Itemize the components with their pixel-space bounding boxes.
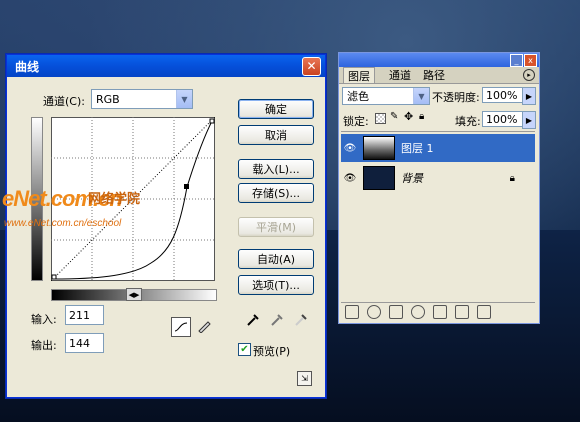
opacity-value: 100% — [486, 88, 518, 102]
preview-label: 预览(P) — [253, 345, 291, 358]
smooth-button[interactable]: 平滑(M) — [238, 217, 314, 237]
opacity-label: 不透明度: — [432, 91, 480, 104]
opacity-field[interactable]: 100% — [482, 87, 523, 103]
auto-button[interactable]: 自动(A) — [238, 249, 314, 269]
eye-icon[interactable]: 👁︎ — [341, 143, 359, 154]
output-label: 输出: — [31, 339, 57, 352]
panel-footer — [341, 302, 535, 321]
tab-paths[interactable]: 路径 — [419, 67, 449, 82]
black-eyedropper-icon[interactable] — [245, 311, 261, 327]
layer-row[interactable]: 👁︎ 图层 1 — [341, 134, 535, 162]
eye-icon[interactable]: 👁︎ — [341, 173, 359, 184]
preview-checkbox[interactable]: ✔ — [238, 343, 251, 356]
channel-label: 通道(C): — [43, 95, 85, 108]
blend-mode-value: 滤色 — [347, 90, 369, 103]
layer-thumbnail — [363, 166, 395, 190]
close-icon[interactable]: x — [524, 54, 537, 67]
channel-value: RGB — [96, 92, 120, 106]
curve-point-active[interactable] — [184, 184, 189, 189]
save-button[interactable]: 存储(S)... — [238, 183, 314, 203]
gray-eyedropper-icon[interactable] — [269, 311, 285, 327]
link-icon[interactable] — [345, 305, 359, 319]
curve-tool-icon[interactable] — [171, 317, 191, 337]
watermark-chinese: 网络学院 — [88, 191, 141, 206]
layer-style-icon[interactable] — [367, 305, 381, 319]
opacity-arrow-icon[interactable]: ▶ — [522, 87, 536, 105]
curves-title: 曲线 — [15, 59, 40, 74]
layer-mask-icon[interactable] — [389, 305, 403, 319]
panel-menu-icon[interactable]: ▸ — [523, 69, 535, 81]
fill-label: 填充: — [455, 115, 481, 128]
layer-name: 图层 1 — [401, 142, 434, 155]
output-value: 144 — [69, 336, 90, 350]
folder-icon[interactable] — [433, 305, 447, 319]
curve-point-start[interactable] — [51, 274, 57, 280]
chevron-down-icon[interactable]: ▼ — [413, 88, 429, 104]
new-layer-icon[interactable] — [455, 305, 469, 319]
lock-all-icon[interactable]: 🔒︎ — [419, 111, 424, 122]
layers-panel: _ x 图层 通道 路径 ▸ 滤色 ▼ 不透明度: 100% ▶ 锁定: ✎ ✥… — [338, 52, 540, 324]
fill-arrow-icon[interactable]: ▶ — [522, 111, 536, 129]
curve-point-end[interactable] — [209, 118, 215, 124]
white-eyedropper-icon[interactable] — [293, 311, 309, 327]
trash-icon[interactable] — [477, 305, 491, 319]
blend-mode-select[interactable]: 滤色 ▼ — [342, 87, 430, 105]
layer-row[interactable]: 👁︎ 背景 🔒︎ — [341, 164, 535, 192]
channel-select[interactable]: RGB ▼ — [91, 89, 193, 109]
cancel-button[interactable]: 取消 — [238, 125, 314, 145]
pencil-icon[interactable] — [195, 317, 213, 335]
input-value: 211 — [69, 308, 90, 322]
layer-name: 背景 — [401, 172, 423, 185]
watermark-url: www.eNet.com.cn/eschool — [4, 218, 122, 229]
tab-layers[interactable]: 图层 — [343, 67, 375, 83]
minimize-icon[interactable]: _ — [510, 54, 523, 67]
options-button[interactable]: 选项(T)... — [238, 275, 314, 295]
curves-titlebar[interactable]: 曲线 ✕ — [7, 55, 325, 77]
load-button[interactable]: 载入(L)... — [238, 159, 314, 179]
gradient-toggle-icon[interactable]: ◀▶ — [126, 288, 142, 301]
output-field[interactable]: 144 — [65, 333, 104, 353]
layers-list: 👁︎ 图层 1 👁︎ 背景 🔒︎ — [341, 131, 535, 300]
lock-transparent-icon[interactable] — [375, 113, 386, 124]
tab-channels[interactable]: 通道 — [385, 67, 415, 82]
watermark: eNet.com.cn 网络学院 www.eNet.com.cn/eschool — [0, 186, 170, 236]
expand-dialog-icon[interactable]: ⇲ — [297, 371, 312, 386]
chevron-down-icon[interactable]: ▼ — [176, 90, 192, 108]
lock-label: 锁定: — [343, 115, 369, 128]
input-field[interactable]: 211 — [65, 305, 104, 325]
lock-brush-icon[interactable]: ✎ — [390, 111, 398, 122]
panel-titlebar[interactable]: _ x — [339, 53, 539, 67]
panel-tabs: 图层 通道 路径 ▸ — [339, 67, 539, 84]
input-label: 输入: — [31, 313, 57, 326]
ok-button[interactable]: 确定 — [238, 99, 314, 119]
adjustment-layer-icon[interactable] — [411, 305, 425, 319]
layer-thumbnail — [363, 136, 395, 160]
lock-move-icon[interactable]: ✥ — [404, 110, 413, 123]
fill-field[interactable]: 100% — [482, 111, 523, 127]
fill-value: 100% — [486, 112, 518, 126]
lock-icon: 🔒︎ — [509, 172, 515, 184]
close-icon[interactable]: ✕ — [302, 56, 321, 76]
